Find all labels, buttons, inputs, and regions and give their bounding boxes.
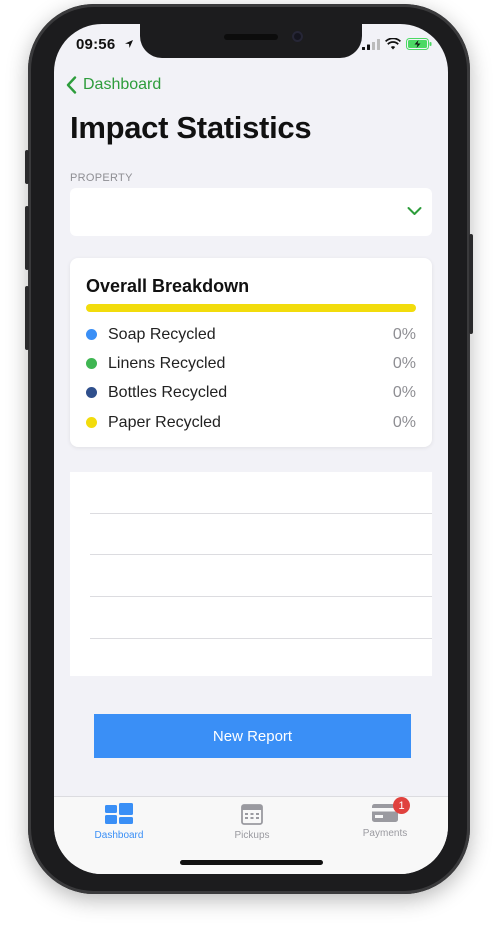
legend-label-bottles: Bottles Recycled [108, 384, 228, 401]
notch [140, 24, 362, 58]
legend-item-linens: Linens Recycled 0% [86, 353, 416, 375]
calendar-icon [241, 804, 263, 825]
grid-line [90, 638, 432, 639]
status-indicators [362, 38, 432, 50]
breakdown-bar [86, 304, 416, 312]
tab-pickups[interactable]: Pickups [202, 803, 302, 841]
side-button-volume-up [25, 206, 29, 270]
page-title: Impact Statistics [70, 110, 312, 145]
side-button-power [469, 234, 473, 334]
home-indicator[interactable] [180, 860, 323, 865]
status-time: 09:56 [76, 36, 116, 53]
chevron-down-icon [407, 207, 422, 215]
overall-breakdown-card: Overall Breakdown Soap Recycled 0% Linen… [70, 258, 432, 447]
grid-line [90, 513, 432, 514]
property-select[interactable] [70, 188, 432, 236]
side-button-mute [25, 150, 29, 184]
front-camera [292, 31, 303, 42]
legend-dot-soap [86, 329, 97, 340]
tab-payments[interactable]: 1 Payments [335, 797, 435, 839]
tab-dashboard-label: Dashboard [94, 830, 144, 841]
app-screen: 09:56 Dashboard Impact Statistics PROPER… [54, 24, 448, 874]
legend-label-paper: Paper Recycled [108, 414, 221, 431]
legend-item-soap: Soap Recycled 0% [86, 324, 416, 346]
legend-label-linens: Linens Recycled [108, 355, 226, 372]
property-label: PROPERTY [70, 172, 133, 184]
back-to-dashboard-link[interactable]: Dashboard [66, 76, 161, 94]
location-arrow-icon [125, 40, 133, 48]
legend-item-bottles: Bottles Recycled 0% [86, 382, 416, 404]
dashboard-icon [105, 803, 133, 824]
legend-percent-soap: 0% [392, 326, 416, 343]
wifi-icon [385, 38, 401, 50]
legend-percent-paper: 0% [392, 414, 416, 431]
side-button-volume-down [25, 286, 29, 350]
breakdown-title: Overall Breakdown [86, 276, 250, 296]
battery-charging-icon [406, 38, 432, 50]
tab-payments-label: Payments [362, 828, 408, 839]
legend-percent-linens: 0% [392, 355, 416, 372]
legend-label-soap: Soap Recycled [108, 326, 216, 343]
legend-dot-bottles [86, 387, 97, 398]
chevron-left-icon [66, 76, 77, 94]
grid-line [90, 554, 432, 555]
legend-item-paper: Paper Recycled 0% [86, 412, 416, 434]
back-link-label: Dashboard [83, 76, 162, 93]
chart-area [70, 472, 432, 676]
tab-pickups-label: Pickups [234, 830, 270, 841]
new-report-button[interactable]: New Report [94, 714, 411, 758]
signal-icon [362, 38, 380, 50]
tab-dashboard[interactable]: Dashboard [69, 803, 169, 841]
legend-percent-bottles: 0% [392, 384, 416, 401]
speaker-grille [224, 34, 278, 40]
legend-dot-paper [86, 417, 97, 428]
payments-badge: 1 [393, 797, 410, 814]
legend-dot-linens [86, 358, 97, 369]
grid-line [90, 596, 432, 597]
